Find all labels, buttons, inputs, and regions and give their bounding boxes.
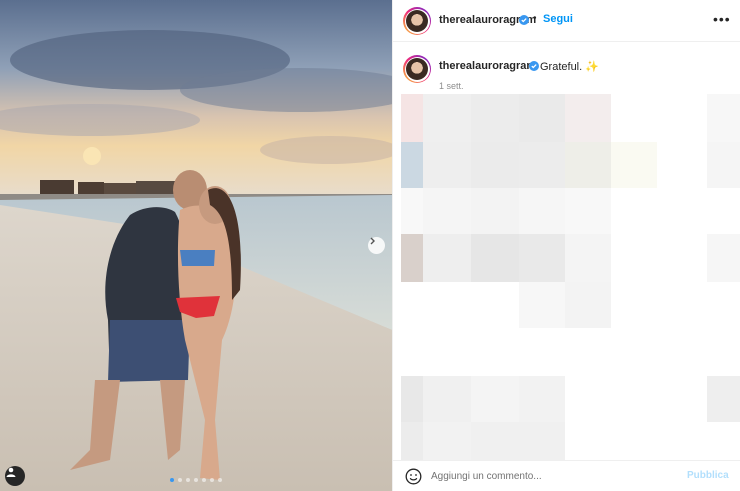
post-header: therealauroragram • Segui ••• (393, 0, 740, 42)
carousel-dot (202, 478, 206, 482)
next-slide-button[interactable] (368, 237, 385, 254)
user-tag-icon (6, 467, 16, 477)
carousel-dot (178, 478, 182, 482)
comment-bar: Pubblica (393, 460, 740, 491)
beach-photo (0, 0, 392, 491)
carousel-dot (170, 478, 174, 482)
chevron-right-icon (370, 237, 375, 245)
caption-text: Grateful. ✨ (540, 61, 599, 73)
follow-button[interactable]: Segui (543, 13, 573, 25)
post-panel: therealauroragram • Segui ••• therealaur… (392, 0, 740, 491)
avatar[interactable] (403, 7, 431, 35)
post-media[interactable] (0, 0, 392, 491)
more-options-icon[interactable]: ••• (713, 12, 731, 26)
carousel-dot (218, 478, 222, 482)
carousel-indicator (170, 478, 222, 482)
comment-input[interactable] (431, 467, 671, 485)
caption-username-link[interactable]: therealauroragram (439, 60, 536, 72)
user-tag-button[interactable] (5, 466, 25, 486)
carousel-dot (194, 478, 198, 482)
verified-badge-icon (529, 61, 539, 71)
carousel-dot (210, 478, 214, 482)
carousel-dot (186, 478, 190, 482)
publish-button[interactable]: Pubblica (687, 470, 729, 481)
censored-comments (393, 92, 740, 462)
verified-badge-icon (519, 15, 529, 25)
smiley-icon[interactable] (405, 468, 422, 485)
separator: • (533, 13, 537, 24)
post-timestamp[interactable]: 1 sett. (439, 81, 464, 91)
caption-avatar[interactable] (403, 55, 431, 83)
